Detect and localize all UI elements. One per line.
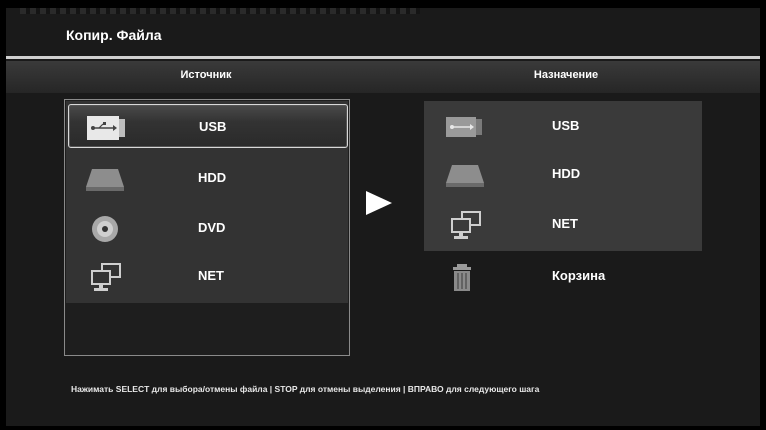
source-item-label: HDD xyxy=(198,170,227,185)
destination-item-trash[interactable]: Корзина xyxy=(424,253,702,299)
destination-item-label: USB xyxy=(552,118,580,133)
page-title: Копир. Файла xyxy=(66,27,162,43)
source-item-net[interactable]: NET xyxy=(68,254,348,298)
destination-column-header: Назначение xyxy=(533,69,599,81)
network-icon xyxy=(84,263,126,291)
file-copy-screen: Копир. Файла Источник Назначение USB HDD… xyxy=(6,8,760,426)
hdd-icon xyxy=(444,161,484,189)
title-divider xyxy=(6,56,760,59)
destination-item-usb[interactable]: USB xyxy=(424,103,702,149)
source-item-label: NET xyxy=(198,268,224,283)
trash-icon xyxy=(444,263,484,291)
source-item-hdd[interactable]: HDD xyxy=(68,156,348,200)
usb-icon xyxy=(85,114,127,142)
footer-hint: Нажимать SELECT для выбора/отмены файла … xyxy=(71,384,540,394)
top-strip xyxy=(20,8,420,14)
source-list-items: USB HDD DVD NET xyxy=(66,101,348,303)
source-item-label: USB xyxy=(199,119,227,134)
next-step-arrow-icon xyxy=(366,191,392,215)
destination-item-label: Корзина xyxy=(552,268,606,283)
destination-item-label: HDD xyxy=(552,166,581,181)
source-item-label: DVD xyxy=(198,220,226,235)
dvd-icon xyxy=(84,215,126,243)
source-item-dvd[interactable]: DVD xyxy=(68,206,348,250)
destination-item-label: NET xyxy=(552,216,578,231)
destination-item-hdd[interactable]: HDD xyxy=(424,151,702,197)
source-item-usb[interactable]: USB xyxy=(68,104,348,148)
source-list: USB HDD DVD NET xyxy=(64,99,350,356)
destination-item-net[interactable]: NET xyxy=(424,201,702,247)
hdd-icon xyxy=(84,165,126,193)
column-header-bar xyxy=(6,61,760,93)
network-icon xyxy=(444,211,484,239)
usb-icon xyxy=(444,113,484,141)
source-column-header: Источник xyxy=(180,69,232,81)
